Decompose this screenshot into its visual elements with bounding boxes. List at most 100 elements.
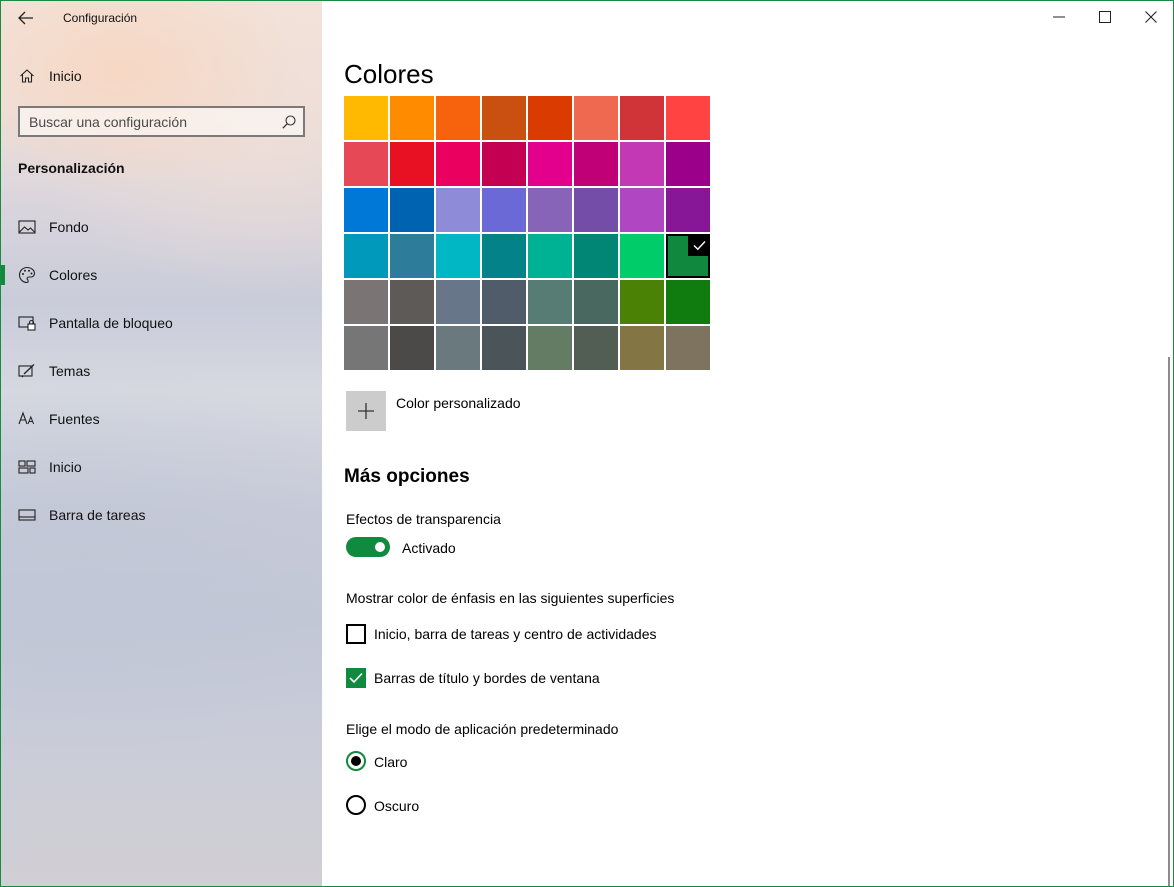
color-swatch[interactable] — [528, 142, 572, 186]
light-mode-radio[interactable] — [346, 751, 366, 771]
sidebar-item-label: Inicio — [49, 459, 82, 475]
color-swatch[interactable] — [482, 234, 526, 278]
color-swatch[interactable] — [528, 188, 572, 232]
color-swatch[interactable] — [574, 96, 618, 140]
color-swatch[interactable] — [666, 142, 710, 186]
dark-mode-radio[interactable] — [346, 795, 366, 815]
color-swatch[interactable] — [344, 142, 388, 186]
transparency-state: Activado — [402, 540, 456, 556]
sidebar-home-label: Inicio — [49, 68, 82, 84]
radio-dot — [351, 756, 361, 766]
color-swatch[interactable] — [436, 142, 480, 186]
sidebar-item-fuentes[interactable]: Fuentes — [1, 400, 322, 438]
more-options-title: Más opciones — [344, 466, 470, 487]
color-swatch[interactable] — [666, 234, 710, 278]
section-heading: Personalización — [18, 160, 125, 176]
color-swatch[interactable] — [482, 142, 526, 186]
color-swatch[interactable] — [574, 326, 618, 370]
checkmark-icon — [349, 672, 363, 684]
search-input[interactable] — [20, 113, 270, 130]
color-swatch[interactable] — [390, 280, 434, 324]
themes-icon — [18, 362, 36, 380]
sidebar-item-label: Colores — [49, 267, 98, 283]
color-swatch[interactable] — [390, 188, 434, 232]
app-title: Configuración — [63, 11, 138, 25]
color-swatch[interactable] — [344, 234, 388, 278]
color-swatch[interactable] — [666, 96, 710, 140]
color-swatch[interactable] — [482, 188, 526, 232]
back-arrow-icon[interactable] — [13, 7, 39, 29]
color-swatch[interactable] — [436, 280, 480, 324]
main-content: Colores Color personalizado Más opciones… — [322, 1, 1173, 886]
page-title: Colores — [344, 59, 434, 89]
checkmark-icon — [688, 234, 710, 256]
color-swatch[interactable] — [528, 96, 572, 140]
color-swatch[interactable] — [620, 188, 664, 232]
sidebar-item-label: Fondo — [49, 219, 89, 235]
color-swatch[interactable] — [436, 188, 480, 232]
title-bars-checkbox[interactable] — [346, 668, 366, 688]
sidebar-item-pantalla-de-bloqueo[interactable]: Pantalla de bloqueo — [1, 304, 322, 342]
color-swatch[interactable] — [344, 96, 388, 140]
color-swatch[interactable] — [528, 234, 572, 278]
color-swatch[interactable] — [666, 188, 710, 232]
taskbar-icon — [18, 506, 36, 524]
lock-screen-icon — [18, 314, 36, 332]
start-taskbar-checkbox[interactable] — [346, 624, 366, 644]
transparency-toggle[interactable] — [346, 537, 390, 557]
color-swatch[interactable] — [574, 234, 618, 278]
color-swatch[interactable] — [436, 326, 480, 370]
color-swatch[interactable] — [620, 280, 664, 324]
sidebar-item-fondo[interactable]: Fondo — [1, 208, 322, 246]
dark-mode-label[interactable]: Oscuro — [374, 798, 419, 814]
color-swatch[interactable] — [344, 326, 388, 370]
color-swatch[interactable] — [436, 234, 480, 278]
color-swatch[interactable] — [390, 326, 434, 370]
color-swatch[interactable] — [528, 280, 572, 324]
custom-color-label[interactable]: Color personalizado — [396, 395, 521, 411]
palette-icon — [18, 266, 36, 284]
color-swatch[interactable] — [390, 96, 434, 140]
color-swatch[interactable] — [436, 96, 480, 140]
plus-icon — [358, 403, 374, 419]
search-box[interactable] — [18, 106, 305, 137]
color-swatch[interactable] — [620, 142, 664, 186]
color-swatch[interactable] — [574, 142, 618, 186]
title-bars-checkbox-label[interactable]: Barras de título y bordes de ventana — [374, 670, 600, 686]
sidebar-item-label: Barra de tareas — [49, 507, 146, 523]
light-mode-label[interactable]: Claro — [374, 754, 407, 770]
transparency-label: Efectos de transparencia — [346, 511, 501, 527]
settings-window: Configuración Inicio Personalización Fon… — [0, 0, 1174, 887]
color-swatch[interactable] — [666, 326, 710, 370]
sidebar-item-temas[interactable]: Temas — [1, 352, 322, 390]
color-swatch[interactable] — [390, 142, 434, 186]
color-swatch[interactable] — [344, 188, 388, 232]
start-icon — [18, 458, 36, 476]
color-swatch[interactable] — [620, 234, 664, 278]
sidebar-item-label: Pantalla de bloqueo — [49, 315, 173, 331]
color-swatch[interactable] — [482, 326, 526, 370]
color-swatch[interactable] — [344, 280, 388, 324]
color-swatch[interactable] — [482, 280, 526, 324]
sidebar-item-inicio[interactable]: Inicio — [1, 448, 322, 486]
color-swatch[interactable] — [666, 280, 710, 324]
color-swatch[interactable] — [574, 280, 618, 324]
color-swatch[interactable] — [528, 326, 572, 370]
scrollbar[interactable] — [1168, 357, 1170, 886]
color-swatch[interactable] — [390, 234, 434, 278]
color-swatch[interactable] — [620, 96, 664, 140]
color-swatch[interactable] — [482, 96, 526, 140]
app-mode-label: Elige el modo de aplicación predetermina… — [346, 721, 619, 737]
sidebar-item-label: Fuentes — [49, 411, 100, 427]
sidebar-item-label: Temas — [49, 363, 91, 379]
color-swatch[interactable] — [620, 326, 664, 370]
custom-color-button[interactable] — [346, 391, 386, 431]
sidebar-item-colores[interactable]: Colores — [1, 256, 322, 294]
color-swatch-grid — [344, 96, 714, 372]
color-swatch[interactable] — [574, 188, 618, 232]
search-icon[interactable] — [281, 114, 297, 130]
sidebar-home[interactable]: Inicio — [1, 61, 322, 91]
image-icon — [18, 218, 36, 236]
start-taskbar-checkbox-label[interactable]: Inicio, barra de tareas y centro de acti… — [374, 626, 657, 642]
sidebar-item-barra-de-tareas[interactable]: Barra de tareas — [1, 496, 322, 534]
